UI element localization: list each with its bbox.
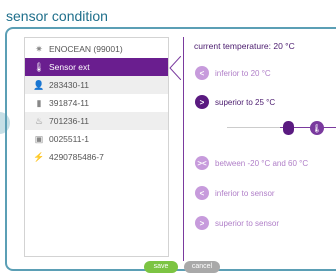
option-superior-threshold[interactable]: > superior to 25 °C xyxy=(195,95,275,109)
sensor-list: ✷ ENOCEAN (99001) 🌡 Sensor ext 👤 283430-… xyxy=(24,37,169,257)
current-temperature: current temperature: 20 °C xyxy=(194,41,295,51)
option-label: inferior to 20 °C xyxy=(215,68,271,78)
save-button[interactable]: save xyxy=(144,261,178,273)
option-inferior-threshold[interactable]: < inferior to 20 °C xyxy=(195,66,271,80)
option-label: superior to 25 °C xyxy=(215,97,276,107)
sensor-list-item[interactable]: 👤 283430-11 xyxy=(25,76,168,94)
sensor-list-item[interactable]: ▣ 0025511-1 xyxy=(25,130,168,148)
sensor-label: 4290785486-7 xyxy=(49,152,104,162)
greater-than-icon[interactable]: > xyxy=(195,95,209,109)
thermometer-icon: 🌡 xyxy=(310,121,324,135)
cancel-button[interactable]: cancel xyxy=(184,261,220,273)
heater-icon: ♨ xyxy=(34,115,44,126)
sensor-label: Sensor ext xyxy=(49,62,90,72)
selection-pointer xyxy=(169,56,181,80)
sensor-label: 701236-11 xyxy=(49,116,90,126)
sensor-list-item[interactable]: ♨ 701236-11 xyxy=(25,112,168,130)
sensor-label: 283430-11 xyxy=(49,80,90,90)
panel-icon: ▣ xyxy=(34,133,44,144)
greater-than-icon[interactable]: > xyxy=(195,216,209,230)
phone-icon: ▮ xyxy=(36,97,42,108)
thermometer-icon: 🌡 xyxy=(33,61,45,72)
threshold-slider-handle[interactable] xyxy=(283,121,294,135)
dialog-footer: save cancel xyxy=(144,261,220,273)
sensor-list-item[interactable]: ✷ ENOCEAN (99001) xyxy=(25,40,168,58)
sensor-list-item-selected[interactable]: 🌡 Sensor ext xyxy=(25,58,168,76)
range-icon[interactable]: >< xyxy=(195,156,209,170)
option-superior-to-sensor[interactable]: > superior to sensor xyxy=(195,216,279,230)
lightning-icon: ⚡ xyxy=(33,151,45,162)
condition-divider xyxy=(183,37,184,261)
sensor-label: 391874-11 xyxy=(49,98,90,108)
sensor-list-item[interactable]: ⚡ 4290785486-7 xyxy=(25,148,168,166)
option-between-range[interactable]: >< between -20 °C and 60 °C xyxy=(195,156,308,170)
sensor-label: 0025511-1 xyxy=(49,134,90,144)
option-inferior-to-sensor[interactable]: < inferior to sensor xyxy=(195,186,275,200)
less-than-icon[interactable]: < xyxy=(195,186,209,200)
less-than-icon[interactable]: < xyxy=(195,66,209,80)
option-label: between -20 °C and 60 °C xyxy=(215,158,309,168)
dialog-title: sensor condition xyxy=(6,8,108,24)
dialog-header: sensor condition xyxy=(6,8,336,26)
sensor-label: ENOCEAN (99001) xyxy=(49,44,123,54)
user-icon: 👤 xyxy=(33,79,45,90)
sensor-condition-dialog: sensor condition ✷ ENOCEAN (99001) 🌡 Sen… xyxy=(0,0,336,273)
option-label: superior to sensor xyxy=(215,218,280,228)
gear-icon: ✷ xyxy=(35,43,43,54)
sensor-list-item[interactable]: ▮ 391874-11 xyxy=(25,94,168,112)
option-label: inferior to sensor xyxy=(215,188,275,198)
